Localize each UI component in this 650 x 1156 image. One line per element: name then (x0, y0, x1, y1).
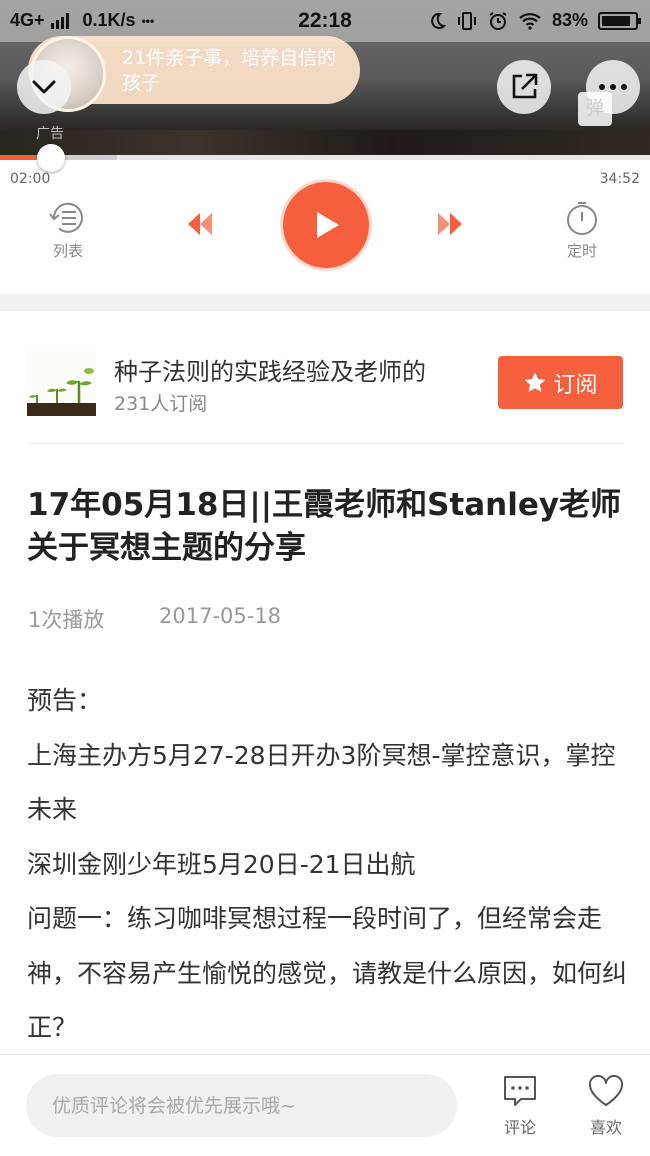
share-icon (512, 73, 538, 99)
comment-icon (504, 1076, 536, 1106)
description-line: 预告： (27, 686, 103, 715)
vibrate-icon (457, 11, 476, 30)
description-line: 上海主办方5月27-28日开办3阶冥想-掌控意识，掌控未来 (27, 740, 616, 825)
section-divider (0, 294, 650, 311)
timer-icon (567, 202, 597, 235)
album-subscribers: 231人订阅 (114, 393, 208, 415)
ad-label: 广告 (36, 126, 64, 142)
play-icon (317, 212, 339, 238)
progress-handle[interactable] (37, 144, 66, 172)
playlist-button[interactable]: 列表 (44, 200, 92, 261)
timer-button[interactable]: 定时 (558, 200, 606, 261)
album-title[interactable]: 种子法则的实践经验及老师的 (114, 352, 426, 387)
play-count: 1次播放 (28, 608, 105, 632)
prev-icon[interactable] (186, 210, 214, 238)
danmaku-button[interactable]: 弹 (578, 92, 612, 126)
description-line: 问题一：练习咖啡冥想过程一段时间了，但经常会走神，不容易产生愉悦的感觉，请教是什… (27, 904, 628, 1042)
description-line: 深圳金刚少年班5月20日-21日出航 (27, 849, 416, 879)
current-time: 02:00 (10, 171, 51, 187)
comment-button[interactable]: 评论 (496, 1074, 544, 1138)
playlist-label: 列表 (52, 242, 83, 260)
cover-image-strip (0, 130, 650, 155)
like-label: 喜欢 (589, 1118, 622, 1137)
battery-icon (598, 11, 641, 30)
alarm-icon (489, 11, 507, 30)
comment-label: 评论 (503, 1118, 536, 1137)
share-button[interactable] (497, 60, 551, 114)
next-icon[interactable] (436, 210, 464, 238)
track-title: 17年05月18日||王霞老师和Stanley老师关于冥想主题的分享 (27, 487, 622, 566)
timer-label: 定时 (566, 242, 597, 260)
publish-date: 2017-05-18 (159, 604, 282, 628)
progress-fill (0, 155, 38, 160)
battery-level: 83% (551, 10, 588, 30)
subscribe-label: 订阅 (553, 372, 598, 398)
chevron-down-icon (32, 80, 56, 94)
subscribe-button[interactable]: 订阅 (498, 356, 623, 409)
moon-icon (431, 12, 446, 29)
wifi-icon (519, 12, 541, 30)
collapse-button[interactable] (17, 60, 71, 114)
progress-bar[interactable] (0, 155, 650, 160)
total-time: 34:52 (599, 171, 640, 187)
play-button[interactable] (283, 182, 369, 268)
heart-icon (588, 1074, 624, 1106)
album-cover[interactable] (27, 351, 96, 416)
album-divider (27, 443, 623, 444)
track-description: 预告： 上海主办方5月27-28日开办3阶冥想-掌控意识，掌控未来 深圳金刚少年… (27, 674, 627, 1056)
star-icon (525, 372, 546, 392)
ad-text[interactable]: 21件亲子事，培养自信的孩子 (122, 46, 342, 96)
more-icon (599, 84, 627, 90)
list-icon (49, 202, 83, 233)
comment-input[interactable] (26, 1074, 457, 1137)
like-button[interactable]: 喜欢 (582, 1074, 630, 1138)
